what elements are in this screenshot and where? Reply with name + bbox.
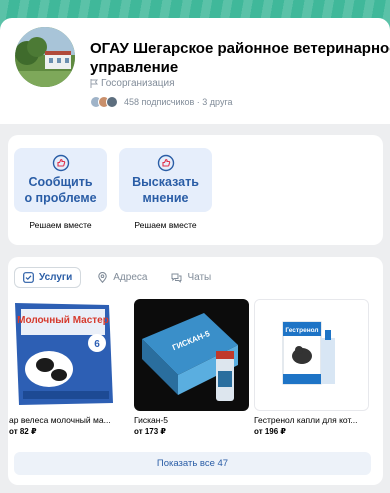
location-pin-icon	[98, 272, 108, 283]
tab-services[interactable]: Услуги	[14, 267, 82, 288]
product-name: Гискан-5	[134, 415, 169, 425]
chat-icon	[171, 273, 182, 283]
checkbox-icon	[23, 272, 34, 283]
product-image: Молочный Мастер 6	[9, 299, 124, 411]
group-type-label: Госорганизация	[101, 78, 175, 89]
services-card: Услуги Адреса Чаты Молочный Мастер 6 ар …	[8, 257, 383, 485]
flag-icon	[90, 79, 98, 88]
give-opinion-label-line1: Высказать	[132, 175, 199, 189]
product-image: ГИСКАН-5	[134, 299, 249, 411]
give-opinion-label-line2: мнение	[142, 191, 189, 205]
subscribers-count: 458 подписчиков · 3 друга	[124, 97, 233, 107]
product-photo: Молочный Мастер 6	[9, 299, 124, 411]
avatar-photo	[15, 27, 75, 87]
actions-card: Сообщить о проблеме Решаем вместе Высказ…	[8, 135, 383, 245]
tab-chats[interactable]: Чаты	[163, 267, 219, 288]
product-price: от 196 ₽	[254, 427, 286, 436]
product-card[interactable]: Гестренол Гестренол капли для кот... от …	[254, 299, 369, 436]
product-photo: Гестренол	[255, 300, 368, 410]
product-price: от 173 ₽	[134, 427, 166, 436]
tab-chats-label: Чаты	[187, 272, 212, 283]
product-label-text: Гестренол	[285, 327, 318, 334]
tab-services-label: Услуги	[39, 272, 73, 283]
report-problem-label-line2: о проблеме	[24, 191, 97, 205]
page-title: ОГАУ Шегарское районное ветеринарное упр…	[90, 39, 390, 77]
give-opinion-label: Высказать мнение	[132, 174, 199, 206]
report-problem-caption: Решаем вместе	[29, 220, 92, 230]
product-card[interactable]: ГИСКАН-5 Гискан-5 от 173 ₽	[134, 299, 249, 436]
group-header: ОГАУ Шегарское районное ветеринарное упр…	[0, 18, 390, 124]
svg-text:6: 6	[94, 339, 100, 350]
product-image: Гестренол	[254, 299, 369, 411]
product-name: Гестренол капли для кот...	[254, 415, 358, 425]
subscribers-row[interactable]: 458 подписчиков · 3 друга	[90, 96, 233, 108]
product-price: от 82 ₽	[9, 427, 37, 436]
product-card[interactable]: Молочный Мастер 6 ар велеса молочный ма.…	[9, 299, 124, 436]
report-problem-label-line1: Сообщить	[28, 175, 93, 189]
report-problem-button[interactable]: Сообщить о проблеме	[14, 148, 107, 212]
report-problem-label: Сообщить о проблеме	[24, 174, 96, 206]
show-all-button[interactable]: Показать все 47	[14, 452, 371, 475]
avatar[interactable]	[12, 24, 78, 90]
product-photo: ГИСКАН-5	[134, 299, 249, 411]
product-name: ар велеса молочный ма...	[9, 415, 111, 425]
page-title-line2: управление	[90, 59, 179, 76]
tab-addresses[interactable]: Адреса	[89, 267, 155, 288]
friend-avatar	[106, 96, 118, 108]
give-opinion-button[interactable]: Высказать мнение	[119, 148, 212, 212]
product-label-text: Молочный Мастер	[17, 315, 109, 326]
thumbs-up-icon	[157, 154, 174, 172]
page-title-line1: ОГАУ Шегарское районное ветеринарное	[90, 40, 390, 57]
group-type: Госорганизация	[90, 78, 175, 89]
friend-avatars	[90, 96, 118, 108]
give-opinion-caption: Решаем вместе	[134, 220, 197, 230]
thumbs-up-icon	[52, 154, 69, 172]
tab-addresses-label: Адреса	[113, 272, 148, 283]
services-tabs: Услуги Адреса Чаты	[14, 267, 219, 288]
